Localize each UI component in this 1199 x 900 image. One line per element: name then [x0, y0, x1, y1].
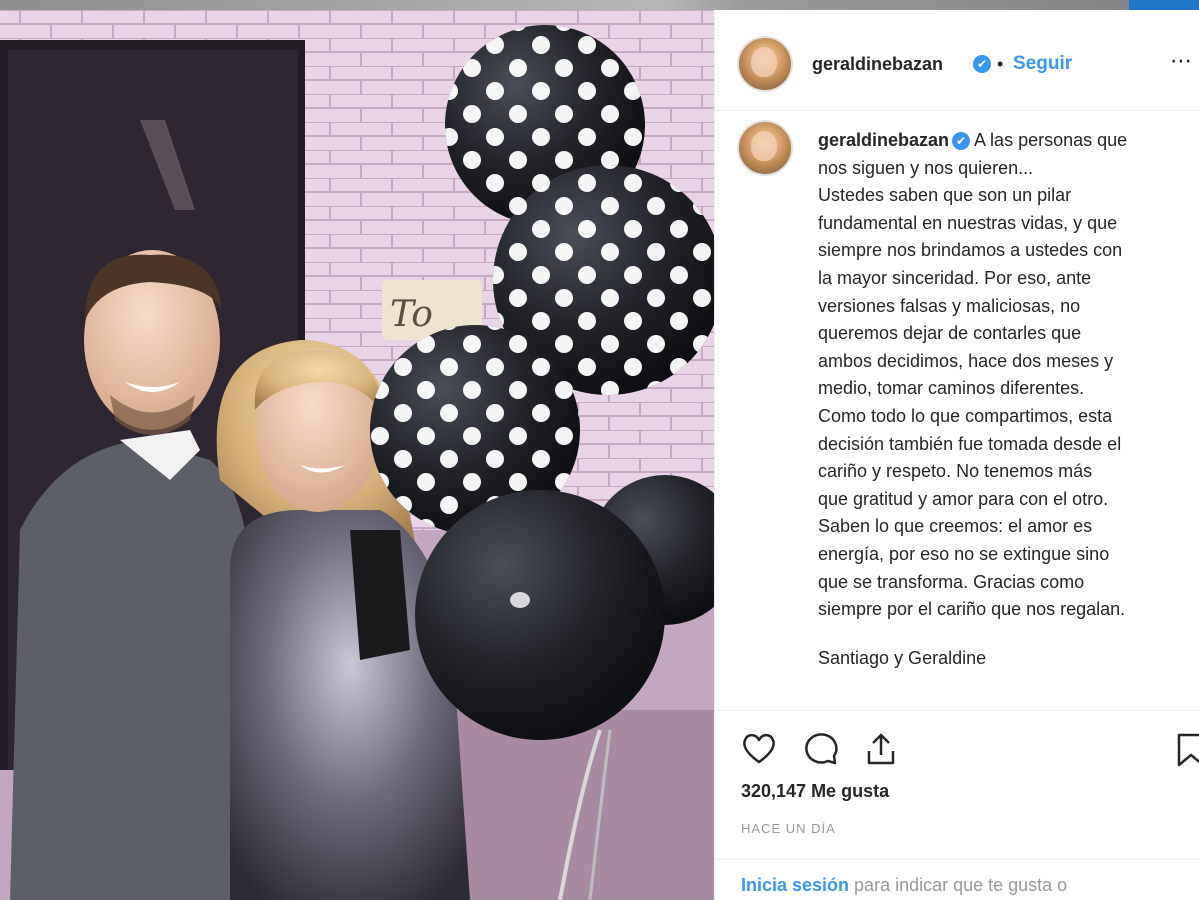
post-header: geraldinebazan ✔ • Seguir ⋯ [715, 10, 1199, 111]
caption-signature: Santiago y Geraldine [818, 648, 987, 668]
bookmark-icon[interactable] [1171, 729, 1199, 769]
login-prompt: Inicia sesión para indicar que te gusta … [715, 859, 1199, 895]
likes-count[interactable]: 320,147 Me gusta [741, 781, 889, 802]
caption-text: nos siguen y nos quieren... Ustedes sabe… [818, 157, 1126, 620]
post-photo[interactable]: To [0, 10, 714, 900]
caption-avatar[interactable] [737, 120, 793, 176]
login-link[interactable]: Inicia sesión [741, 875, 849, 895]
window-accent [1129, 0, 1199, 10]
verified-badge-icon: ✔ [973, 55, 991, 73]
heart-icon[interactable] [739, 729, 779, 769]
photo-illustration: To [0, 10, 714, 900]
neon-sign: To [390, 294, 433, 335]
login-prompt-text: para indicar que te gusta o [849, 875, 1068, 895]
share-icon[interactable] [861, 729, 901, 769]
post-side-panel: geraldinebazan ✔ • Seguir ⋯ geraldinebaz… [714, 10, 1199, 900]
more-options-icon[interactable]: ⋯ [1170, 48, 1192, 74]
post-actions: 320,147 Me gusta HACE UN DÍA Inicia sesi… [715, 710, 1199, 895]
separator-dot: • [997, 54, 1004, 74]
verified-badge-icon: ✔ [952, 132, 971, 150]
window-frame-top [0, 0, 1199, 10]
avatar[interactable] [737, 36, 793, 92]
caption-username[interactable]: geraldinebazan [818, 130, 949, 150]
post-caption: geraldinebazan ✔ A las personas que nos si… [818, 127, 1194, 624]
username-link[interactable]: geraldinebazan [812, 54, 943, 75]
caption-text-first: A las personas que [974, 130, 1128, 150]
post-timestamp: HACE UN DÍA [741, 821, 836, 836]
comment-icon[interactable] [801, 729, 841, 769]
follow-button[interactable]: Seguir [1013, 53, 1072, 75]
